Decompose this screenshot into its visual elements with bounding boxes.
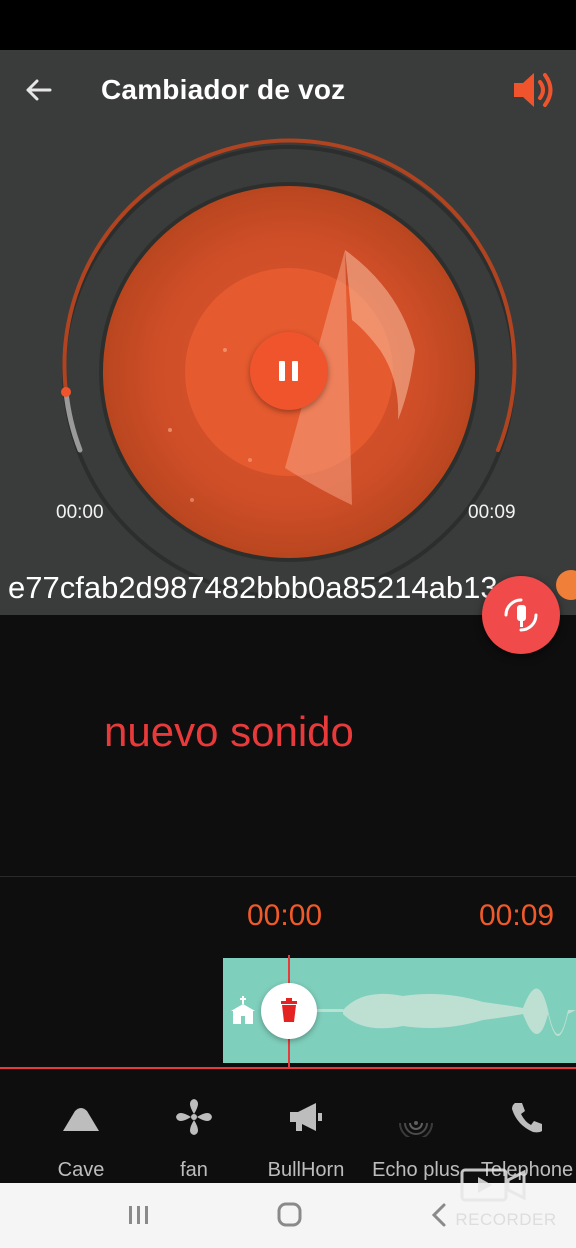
record-mic-button[interactable] — [482, 576, 560, 654]
pause-icon-bar — [292, 361, 298, 381]
elapsed-time: 00:00 — [56, 502, 104, 523]
recorder-watermark: RECORDER — [446, 1160, 566, 1234]
timeline-start-time: 00:00 — [247, 899, 323, 932]
pause-icon — [279, 361, 285, 381]
church-icon — [231, 996, 255, 1024]
microphone-icon — [504, 598, 538, 632]
overlay-caption: nuevo sonido — [104, 708, 354, 755]
effect-fan[interactable]: fan — [149, 1069, 239, 1183]
player-panel: Cambiador de voz 00:00 00:09 e77cfab2d98… — [0, 50, 576, 615]
effect-label: BullHorn — [267, 1159, 345, 1181]
echo-icon — [399, 1121, 433, 1137]
video-recorder-icon — [460, 1168, 526, 1202]
watermark-text: RECORDER — [455, 1210, 557, 1229]
trash-icon — [281, 998, 297, 1022]
page-title: Cambiador de voz — [101, 74, 346, 105]
effect-label: fan — [180, 1159, 208, 1181]
delete-button[interactable] — [261, 983, 317, 1039]
megaphone-icon — [290, 1103, 322, 1131]
arrow-left-icon — [26, 79, 52, 101]
volume-button[interactable] — [510, 66, 560, 114]
recent-apps-icon — [129, 1206, 148, 1224]
pause-button[interactable] — [250, 332, 328, 410]
phone-icon — [512, 1103, 542, 1133]
fan-icon — [176, 1099, 212, 1135]
effect-cave[interactable]: Cave — [36, 1069, 126, 1183]
audio-track[interactable] — [0, 955, 576, 1067]
effect-bullhorn[interactable]: BullHorn — [256, 1069, 356, 1183]
effect-label: Cave — [57, 1159, 105, 1181]
effect-partial[interactable] — [0, 1069, 10, 1183]
volume-icon — [514, 73, 553, 107]
home-button[interactable] — [268, 1197, 312, 1233]
total-time: 00:09 — [468, 502, 516, 523]
home-icon — [277, 1202, 302, 1227]
timeline-ruler: 00:00 00:09 — [0, 876, 576, 956]
status-bar — [0, 0, 576, 50]
back-button[interactable] — [20, 72, 60, 108]
mountain-icon — [63, 1108, 99, 1131]
recent-apps-button[interactable] — [117, 1197, 161, 1233]
timeline-end-time: 00:09 — [479, 899, 555, 932]
